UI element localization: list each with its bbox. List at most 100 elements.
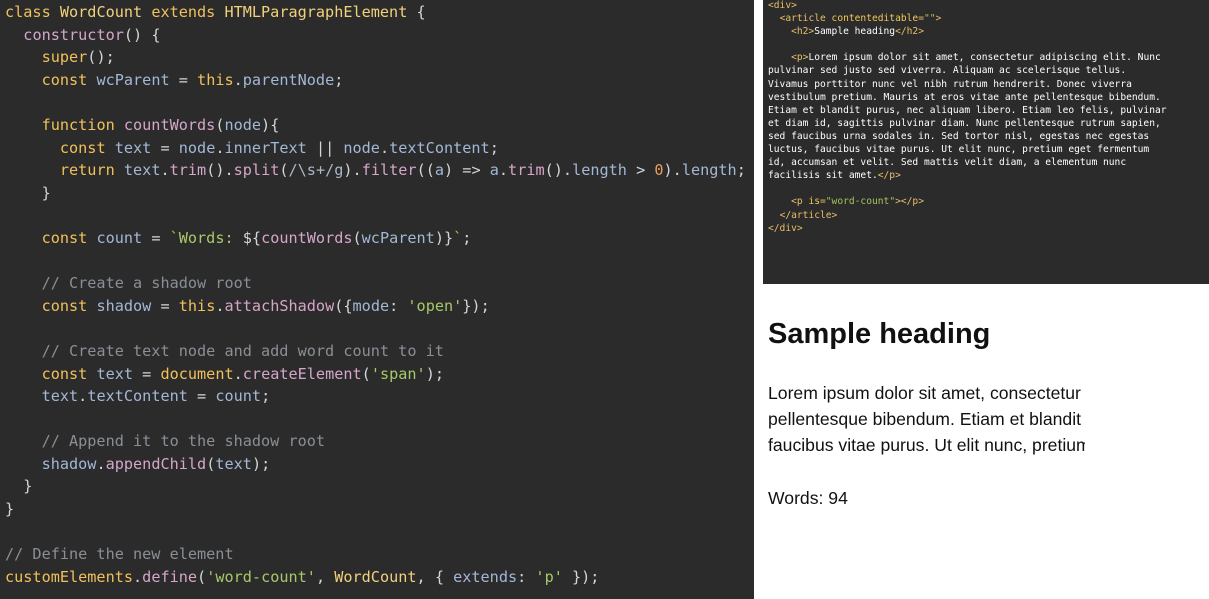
html-token: contenteditable <box>831 13 919 25</box>
js-line: text.textContent = count; <box>5 385 746 408</box>
js-token: ){ <box>261 115 280 134</box>
js-token: (). <box>544 161 573 180</box>
html-token: </article> <box>779 209 838 221</box>
js-token: 'word-count' <box>206 567 316 586</box>
html-line: sed faucibus urna sodales in. Sed tortor… <box>768 130 1167 143</box>
html-code-panel[interactable]: <div> <article contenteditable=""> <h2>S… <box>763 0 1209 284</box>
js-token: const <box>41 364 97 383</box>
pane-divider <box>754 0 763 599</box>
html-token: Lorem ipsum dolor sit amet, consectetur … <box>808 52 1161 64</box>
js-token: node <box>343 138 380 157</box>
js-line: // Create a shadow root <box>5 272 746 295</box>
js-token: count <box>215 387 262 406</box>
html-line: <div> <box>768 0 1167 12</box>
html-line: id, accumsan et velit. Sed mattis velit … <box>768 156 1167 169</box>
js-token: length <box>681 161 737 180</box>
js-token: this <box>197 70 234 89</box>
js-token: : <box>517 567 536 586</box>
html-token: et diam id, sagittis pulvinar diam. Nunc… <box>768 117 1161 129</box>
html-line: </article> <box>768 209 1167 222</box>
js-token: class <box>5 3 60 21</box>
js-token: text <box>215 454 252 473</box>
js-line: const text = document.createElement('spa… <box>5 363 746 386</box>
js-token: . <box>215 296 225 315</box>
js-token: , <box>315 567 335 586</box>
html-token: Etiam et blandit purus, nec aliquam libe… <box>768 104 1167 116</box>
html-token: ></p> <box>895 196 924 208</box>
html-token: <p <box>791 196 809 208</box>
html-token: <h2> <box>791 26 815 38</box>
js-token: ({ <box>334 296 353 315</box>
html-token: "word-count" <box>825 196 896 208</box>
html-line: et diam id, sagittis pulvinar diam. Nunc… <box>768 117 1167 130</box>
js-token: `Words: <box>169 228 243 247</box>
js-token: /\s+/g <box>288 161 344 180</box>
js-token: 'span' <box>370 364 426 383</box>
js-token <box>5 116 42 134</box>
js-token: customElements <box>5 567 134 586</box>
js-token: HTMLParagraphElement <box>224 3 417 21</box>
js-token: (( <box>416 161 435 180</box>
preview-paragraph-line: faucibus vitae purus. Ut elit nunc, pret… <box>768 435 1085 455</box>
js-token <box>5 71 42 89</box>
html-token <box>768 13 780 24</box>
js-token: text <box>96 364 134 383</box>
js-token: parentNode <box>242 70 335 89</box>
html-token: pulvinar sed justo sed viverra. Aliquam … <box>768 65 1127 77</box>
js-line: const shadow = this.attachShadow({mode: … <box>5 295 746 318</box>
html-line: <p>Lorem ipsum dolor sit amet, consectet… <box>768 51 1167 64</box>
js-token: split <box>233 161 280 180</box>
html-token: </div> <box>768 222 803 234</box>
js-token: ( <box>279 161 289 180</box>
html-token: facilisis sit amet. <box>768 170 878 182</box>
html-line: luctus, faucibus vitae purus. Ut elit nu… <box>768 143 1167 156</box>
js-token: = <box>133 364 161 383</box>
js-token: ). <box>343 161 362 180</box>
js-token: const <box>41 70 97 89</box>
js-token: const <box>41 228 97 247</box>
js-token: ` <box>453 228 463 247</box>
html-token: > <box>935 13 942 25</box>
js-token: mode <box>352 296 390 315</box>
html-token: Vivamus porttitor nunc vel nibh rutrum h… <box>768 78 1132 90</box>
js-token: , { <box>416 567 454 586</box>
js-line: return text.trim().split(/\s+/g).filter(… <box>5 159 746 182</box>
html-token <box>768 52 791 63</box>
preview-paragraph[interactable]: Lorem ipsum dolor sit amet, consectetur … <box>768 380 1085 468</box>
js-line <box>5 317 746 340</box>
js-token: a <box>434 161 445 180</box>
js-token: document <box>160 364 234 383</box>
js-line: class WordCount extends HTMLParagraphEle… <box>5 1 746 24</box>
js-token <box>5 48 42 66</box>
js-token <box>5 26 23 44</box>
js-token: a <box>489 161 499 180</box>
javascript-code-editor[interactable]: class WordCount extends HTMLParagraphEle… <box>0 0 754 599</box>
html-token: "" <box>923 13 936 25</box>
html-line <box>768 38 1167 51</box>
js-line: customElements.define('word-count', Word… <box>5 566 746 589</box>
js-line: const count = `Words: ${countWords(wcPar… <box>5 227 746 250</box>
html-line: <h2>Sample heading</h2> <box>768 25 1167 38</box>
js-token: text <box>123 161 161 180</box>
js-token: } <box>5 477 33 496</box>
js-token <box>5 139 60 157</box>
js-token: }); <box>462 296 490 315</box>
js-token: . <box>233 70 243 89</box>
js-token: function <box>41 115 124 134</box>
js-token: || <box>306 138 344 157</box>
html-code: <div> <article contenteditable=""> <h2>S… <box>768 0 1167 235</box>
html-line: Etiam et blandit purus, nec aliquam libe… <box>768 104 1167 117</box>
preview-heading[interactable]: Sample heading <box>768 318 990 351</box>
js-line: function countWords(node){ <box>5 114 746 137</box>
js-token: ( <box>206 454 216 473</box>
js-token: textContent <box>389 138 490 157</box>
js-token: (); <box>87 48 115 67</box>
js-token <box>5 455 42 473</box>
js-token: } <box>5 183 51 202</box>
html-line: pulvinar sed justo sed viverra. Aliquam … <box>768 64 1167 77</box>
js-token: . <box>78 387 88 406</box>
js-token: () { <box>123 25 161 44</box>
js-token: : <box>389 296 408 315</box>
js-line: } <box>5 475 746 498</box>
js-token: attachShadow <box>224 296 335 315</box>
